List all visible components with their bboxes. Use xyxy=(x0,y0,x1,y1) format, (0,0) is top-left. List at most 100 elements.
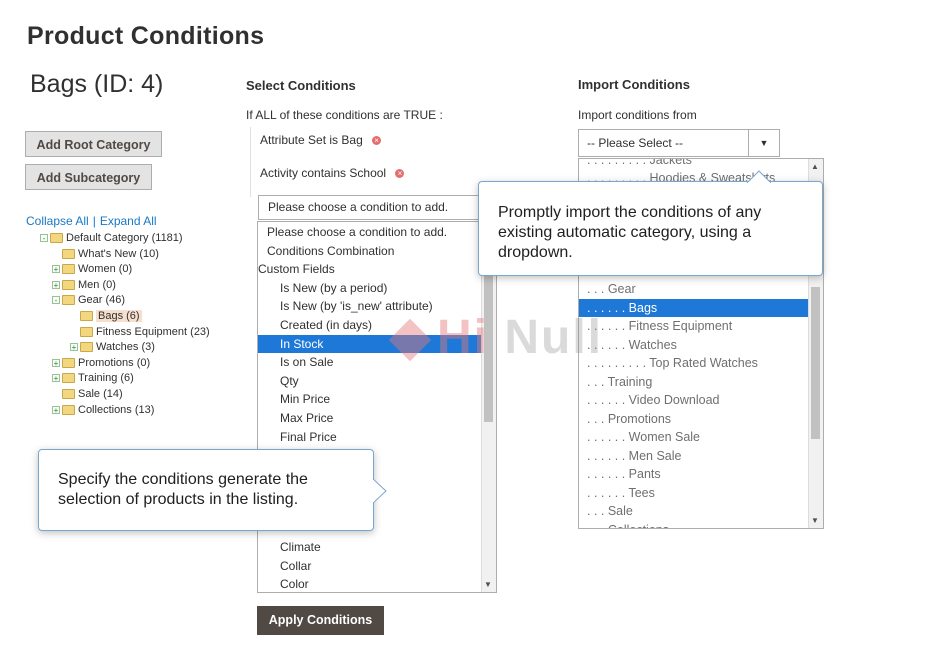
folder-icon xyxy=(62,248,75,259)
import-option[interactable]: . . . . . . Pants xyxy=(579,465,808,483)
import-option[interactable]: . . . . . . . . . Jackets xyxy=(579,159,808,169)
tree-node-label[interactable]: Watches (3) xyxy=(96,341,155,353)
tree-node[interactable]: + Watches (3) xyxy=(70,339,155,355)
category-heading: Bags (ID: 4) xyxy=(30,70,164,98)
tree-node-label[interactable]: Gear (46) xyxy=(78,294,125,306)
add-subcategory-button[interactable]: Add Subcategory xyxy=(25,164,152,190)
tree-node-label[interactable]: What's New (10) xyxy=(78,248,159,260)
import-tooltip: Promptly import the conditions of any ex… xyxy=(478,170,823,276)
condition-option[interactable]: Conditions Combination xyxy=(258,242,483,260)
watermark-part1: Hi xyxy=(437,311,489,364)
expand-toggle-icon[interactable]: + xyxy=(52,358,60,367)
condition-list-scrollbar[interactable]: ▼ xyxy=(481,222,496,592)
tree-node[interactable]: Bags (6) xyxy=(70,308,142,324)
condition-select[interactable]: Please choose a condition to add. xyxy=(258,195,497,220)
tree-node-label[interactable]: Promotions (0) xyxy=(78,357,150,369)
conditions-tooltip-text: Specify the conditions generate the sele… xyxy=(58,471,308,508)
import-category-select[interactable]: -- Please Select -- ▼ xyxy=(578,129,780,157)
scroll-thumb[interactable] xyxy=(811,287,820,439)
expand-all-link[interactable]: Expand All xyxy=(100,214,157,228)
scroll-down-arrow-icon[interactable]: ▼ xyxy=(811,516,819,525)
rule-attr[interactable]: Activity xyxy=(260,166,298,180)
remove-icon[interactable]: × xyxy=(395,169,405,179)
folder-icon xyxy=(62,404,75,415)
intro-suffix: : xyxy=(439,108,443,122)
apply-conditions-button[interactable]: Apply Conditions xyxy=(257,606,384,635)
condition-option[interactable]: Max Price xyxy=(258,409,483,427)
condition-option[interactable]: Color xyxy=(258,575,483,592)
import-option[interactable]: . . . Collections xyxy=(579,521,808,528)
import-option[interactable]: . . . . . . Watches xyxy=(579,336,808,354)
expand-toggle-icon[interactable]: + xyxy=(52,405,60,414)
collapse-all-link[interactable]: Collapse All xyxy=(26,214,89,228)
watermark-diamond-icon xyxy=(388,319,432,362)
tree-node-label[interactable]: Collections (13) xyxy=(78,404,154,416)
condition-option[interactable]: Is New (by a period) xyxy=(258,279,483,297)
condition-option[interactable]: Qty xyxy=(258,372,483,390)
select-conditions-heading: Select Conditions xyxy=(246,78,356,93)
chevron-down-icon[interactable]: ▼ xyxy=(748,130,779,156)
expand-toggle-icon[interactable]: + xyxy=(52,280,60,289)
import-option[interactable]: . . . . . . Tees xyxy=(579,484,808,502)
import-option[interactable]: . . . . . . Women Sale xyxy=(579,428,808,446)
tree-node[interactable]: - Gear (46) xyxy=(52,292,125,308)
condition-option[interactable]: Please choose a condition to add. xyxy=(258,223,483,241)
tree-node[interactable]: + Women (0) xyxy=(52,261,132,277)
tree-node[interactable]: + Training (6) xyxy=(52,370,134,386)
watermark-part2: Null xyxy=(504,311,603,364)
tree-node[interactable]: + Collections (13) xyxy=(52,402,154,418)
tree-node[interactable]: Fitness Equipment (23) xyxy=(70,324,210,340)
folder-icon xyxy=(62,373,75,384)
condition-option[interactable]: Collar xyxy=(258,557,483,575)
import-option[interactable]: . . . Gear xyxy=(579,280,808,298)
import-option[interactable]: . . . . . . Bags xyxy=(579,299,808,317)
rule-op[interactable]: is xyxy=(329,133,338,147)
tree-node-label[interactable]: Default Category (1181) xyxy=(66,232,183,244)
import-option[interactable]: . . . Training xyxy=(579,373,808,391)
scroll-up-arrow-icon[interactable]: ▲ xyxy=(811,162,819,171)
tree-node-label[interactable]: Men (0) xyxy=(78,279,116,291)
tree-node[interactable]: What's New (10) xyxy=(52,246,159,262)
import-conditions-heading: Import Conditions xyxy=(578,77,690,92)
aggregator-all[interactable]: ALL xyxy=(255,108,276,122)
tree-node[interactable]: Sale (14) xyxy=(52,386,123,402)
condition-options-list[interactable]: Please choose a condition to add. Conditi… xyxy=(257,221,497,593)
separator: | xyxy=(92,214,96,228)
add-root-category-button[interactable]: Add Root Category xyxy=(25,131,162,157)
folder-icon xyxy=(62,279,75,290)
condition-option[interactable]: Final Price xyxy=(258,428,483,446)
import-option[interactable]: . . . . . . Video Download xyxy=(579,391,808,409)
watermark: Hi Null xyxy=(388,310,603,365)
import-option[interactable]: . . . Promotions xyxy=(579,410,808,428)
import-option[interactable]: . . . . . . Fitness Equipment xyxy=(579,317,808,335)
rule-value[interactable]: School xyxy=(349,166,386,180)
rule-tree-line xyxy=(250,127,251,197)
import-select-value: -- Please Select -- xyxy=(587,136,684,150)
tree-node-label[interactable]: Sale (14) xyxy=(78,388,123,400)
expand-toggle-icon[interactable]: + xyxy=(52,374,60,383)
expand-toggle-icon[interactable]: + xyxy=(70,343,78,352)
tree-node[interactable]: - Default Category (1181) xyxy=(40,230,183,246)
rule-op[interactable]: contains xyxy=(301,166,346,180)
condition-option[interactable]: Climate xyxy=(258,538,483,556)
rule-value[interactable]: Bag xyxy=(341,133,362,147)
import-option[interactable]: . . . Sale xyxy=(579,502,808,520)
tree-node[interactable]: + Promotions (0) xyxy=(52,355,150,371)
tree-node-label[interactable]: Fitness Equipment (23) xyxy=(96,326,210,338)
page-title: Product Conditions xyxy=(27,22,265,50)
tree-node[interactable]: + Men (0) xyxy=(52,277,116,293)
import-option[interactable]: . . . . . . . . . Top Rated Watches xyxy=(579,354,808,372)
collapse-toggle-icon[interactable]: - xyxy=(52,296,60,305)
condition-option[interactable]: Min Price xyxy=(258,390,483,408)
tree-node-label[interactable]: Training (6) xyxy=(78,372,134,384)
value-true[interactable]: TRUE xyxy=(403,108,436,122)
tree-node-label[interactable]: Women (0) xyxy=(78,263,132,275)
tree-node-label[interactable]: Bags (6) xyxy=(96,310,142,322)
rule-attr[interactable]: Attribute Set xyxy=(260,133,326,147)
import-tooltip-text: Promptly import the conditions of any ex… xyxy=(498,204,762,261)
scroll-down-arrow-icon[interactable]: ▼ xyxy=(484,580,492,589)
collapse-toggle-icon[interactable]: - xyxy=(40,234,48,243)
remove-icon[interactable]: × xyxy=(372,136,382,146)
expand-toggle-icon[interactable]: + xyxy=(52,265,60,274)
import-option[interactable]: . . . . . . Men Sale xyxy=(579,447,808,465)
